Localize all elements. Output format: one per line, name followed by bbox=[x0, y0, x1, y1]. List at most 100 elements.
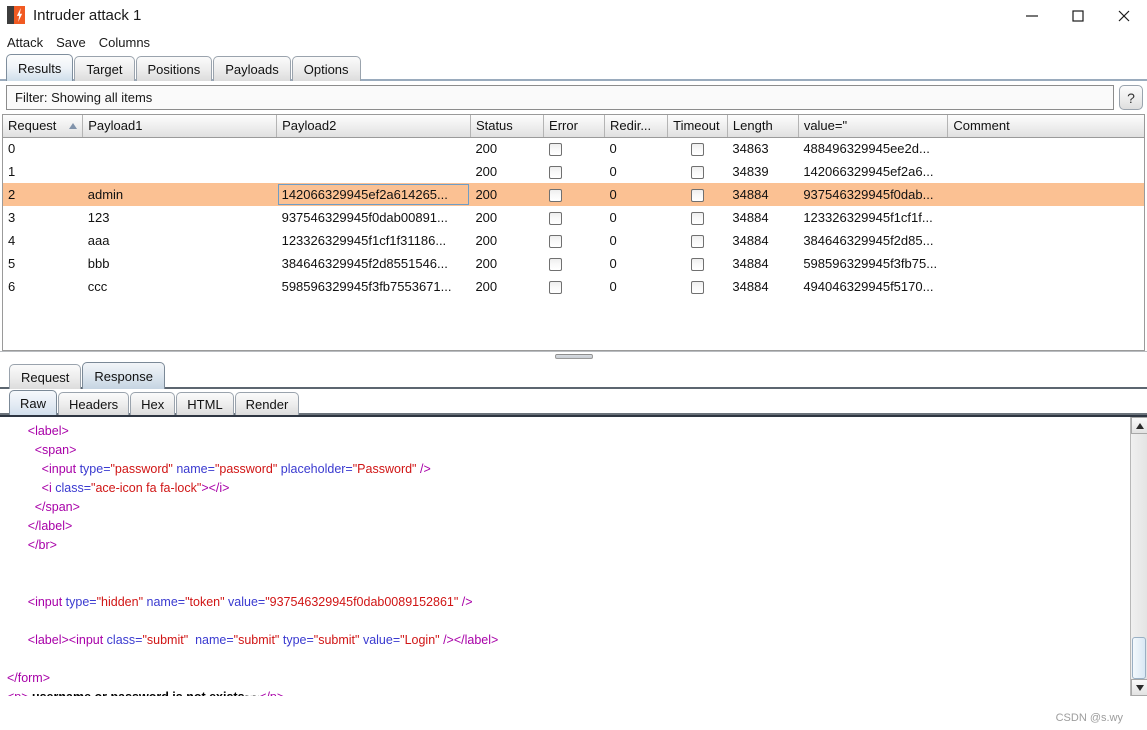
cell-comment[interactable] bbox=[948, 229, 1144, 252]
cell-payload1[interactable]: admin bbox=[82, 183, 277, 206]
tab-positions[interactable]: Positions bbox=[135, 56, 213, 81]
close-icon[interactable] bbox=[1101, 0, 1147, 31]
scrollbar-thumb[interactable] bbox=[1132, 637, 1146, 679]
table-row[interactable]: 6 ccc 598596329945f3fb7553671... 200 0 34884 4… bbox=[3, 275, 1144, 298]
scroll-up-arrow-icon[interactable] bbox=[1131, 417, 1147, 434]
cell-payload2[interactable] bbox=[277, 160, 471, 183]
cell-redirect[interactable]: 0 bbox=[604, 229, 667, 252]
cell-redirect[interactable]: 0 bbox=[604, 275, 667, 298]
tab-render[interactable]: Render bbox=[234, 392, 300, 415]
table-row[interactable]: 4 aaa 123326329945f1cf1f31186... 200 0 34884 3… bbox=[3, 229, 1144, 252]
tab-payloads[interactable]: Payloads bbox=[213, 56, 291, 81]
checkbox-icon[interactable] bbox=[691, 258, 705, 272]
filter-bar[interactable]: Filter: Showing all items bbox=[6, 85, 1114, 110]
checkbox-icon[interactable] bbox=[548, 166, 562, 180]
cell-length[interactable]: 34884 bbox=[727, 183, 799, 206]
cell-request[interactable]: 3 bbox=[3, 206, 83, 229]
cell-value[interactable]: 937546329945f0dab... bbox=[798, 183, 948, 206]
checkbox-icon[interactable] bbox=[691, 212, 705, 226]
column-header-payload2[interactable]: Payload2 bbox=[276, 115, 471, 138]
cell-comment[interactable] bbox=[948, 137, 1144, 160]
cell-error-checkbox[interactable] bbox=[544, 252, 605, 275]
cell-value[interactable]: 123326329945f1cf1f... bbox=[798, 206, 948, 229]
cell-status[interactable]: 200 bbox=[470, 183, 544, 206]
cell-payload2[interactable]: 937546329945f0dab00891... bbox=[277, 206, 471, 229]
cell-request[interactable]: 6 bbox=[3, 275, 83, 298]
column-header-timeout[interactable]: Timeout bbox=[667, 115, 728, 138]
cell-payload1[interactable] bbox=[83, 137, 277, 160]
menu-item-columns[interactable]: Columns bbox=[99, 34, 157, 52]
cell-redirect[interactable]: 0 bbox=[604, 206, 667, 229]
cell-redirect[interactable]: 0 bbox=[604, 252, 667, 275]
column-header-value[interactable]: value=" bbox=[798, 115, 949, 138]
cell-value[interactable]: 488496329945ee2d... bbox=[798, 137, 948, 160]
cell-comment[interactable] bbox=[948, 160, 1144, 183]
cell-timeout-checkbox[interactable] bbox=[668, 229, 728, 252]
cell-payload1[interactable]: bbb bbox=[83, 252, 277, 275]
cell-status[interactable]: 200 bbox=[470, 229, 543, 252]
tab-raw[interactable]: Raw bbox=[9, 390, 58, 415]
cell-request[interactable]: 2 bbox=[3, 183, 83, 206]
cell-error-checkbox[interactable] bbox=[544, 206, 605, 229]
cell-timeout-checkbox[interactable] bbox=[667, 183, 728, 206]
cell-payload1[interactable]: ccc bbox=[83, 275, 277, 298]
cell-error-checkbox[interactable] bbox=[544, 275, 605, 298]
cell-length[interactable]: 34884 bbox=[727, 206, 798, 229]
checkbox-icon[interactable] bbox=[691, 189, 705, 203]
checkbox-icon[interactable] bbox=[548, 143, 562, 157]
cell-redirect[interactable]: 0 bbox=[604, 137, 667, 160]
table-row[interactable]: 5 bbb 384646329945f2d8551546... 200 0 34884 59… bbox=[3, 252, 1144, 275]
checkbox-icon[interactable] bbox=[691, 235, 705, 249]
menu-item-save[interactable]: Save bbox=[56, 34, 93, 52]
cell-status[interactable]: 200 bbox=[470, 137, 543, 160]
menu-item-attack[interactable]: Attack bbox=[7, 34, 50, 52]
checkbox-icon[interactable] bbox=[548, 212, 562, 226]
splitter-grip[interactable] bbox=[554, 354, 593, 359]
checkbox-icon[interactable] bbox=[548, 281, 562, 295]
cell-value[interactable]: 598596329945f3fb75... bbox=[798, 252, 948, 275]
column-header-comment[interactable]: Comment bbox=[947, 115, 1144, 138]
tab-options[interactable]: Options bbox=[291, 56, 361, 81]
cell-value[interactable]: 494046329945f5170... bbox=[798, 275, 948, 298]
cell-timeout-checkbox[interactable] bbox=[668, 137, 728, 160]
scroll-down-arrow-icon[interactable] bbox=[1131, 679, 1147, 696]
tab-target[interactable]: Target bbox=[74, 56, 135, 81]
cell-timeout-checkbox[interactable] bbox=[668, 160, 728, 183]
cell-request[interactable]: 1 bbox=[3, 160, 83, 183]
cell-status[interactable]: 200 bbox=[470, 206, 543, 229]
cell-length[interactable]: 34884 bbox=[727, 229, 798, 252]
checkbox-icon[interactable] bbox=[548, 189, 562, 203]
column-header-payload1[interactable]: Payload1 bbox=[82, 115, 278, 138]
cell-payload2[interactable]: 142066329945ef2a614265... bbox=[276, 183, 471, 206]
column-header-redir[interactable]: Redir... bbox=[604, 115, 669, 138]
cell-length[interactable]: 34839 bbox=[727, 160, 798, 183]
cell-value[interactable]: 142066329945ef2a6... bbox=[798, 160, 948, 183]
cell-payload2[interactable]: 123326329945f1cf1f31186... bbox=[277, 229, 471, 252]
cell-payload2[interactable]: 598596329945f3fb7553671... bbox=[277, 275, 471, 298]
table-row[interactable]: 1 200 0 34839 142066329945ef2a6... bbox=[3, 160, 1144, 183]
cell-payload1[interactable]: aaa bbox=[83, 229, 277, 252]
column-header-request[interactable]: Request bbox=[3, 115, 84, 138]
cell-timeout-checkbox[interactable] bbox=[668, 275, 728, 298]
cell-payload1[interactable]: 123 bbox=[83, 206, 277, 229]
cell-request[interactable]: 4 bbox=[3, 229, 83, 252]
tab-request[interactable]: Request bbox=[9, 364, 82, 389]
cell-value[interactable]: 384646329945f2d85... bbox=[798, 229, 948, 252]
column-header-status[interactable]: Status bbox=[470, 115, 545, 138]
cell-redirect[interactable]: 0 bbox=[604, 183, 668, 206]
cell-payload2[interactable]: 384646329945f2d8551546... bbox=[277, 252, 471, 275]
table-row[interactable]: 0 200 0 34863 488496329945ee2d... bbox=[3, 137, 1144, 160]
tab-hex[interactable]: Hex bbox=[130, 392, 176, 415]
cell-error-checkbox[interactable] bbox=[543, 183, 605, 206]
tab-response[interactable]: Response bbox=[82, 362, 165, 389]
checkbox-icon[interactable] bbox=[691, 281, 705, 295]
cell-timeout-checkbox[interactable] bbox=[668, 252, 728, 275]
cell-status[interactable]: 200 bbox=[470, 160, 543, 183]
cell-status[interactable]: 200 bbox=[470, 275, 543, 298]
cell-status[interactable]: 200 bbox=[470, 252, 543, 275]
cell-payload2[interactable] bbox=[277, 137, 471, 160]
cell-length[interactable]: 34884 bbox=[727, 275, 798, 298]
cell-comment[interactable] bbox=[948, 206, 1144, 229]
response-vertical-scrollbar[interactable] bbox=[1130, 417, 1147, 696]
cell-error-checkbox[interactable] bbox=[544, 160, 605, 183]
